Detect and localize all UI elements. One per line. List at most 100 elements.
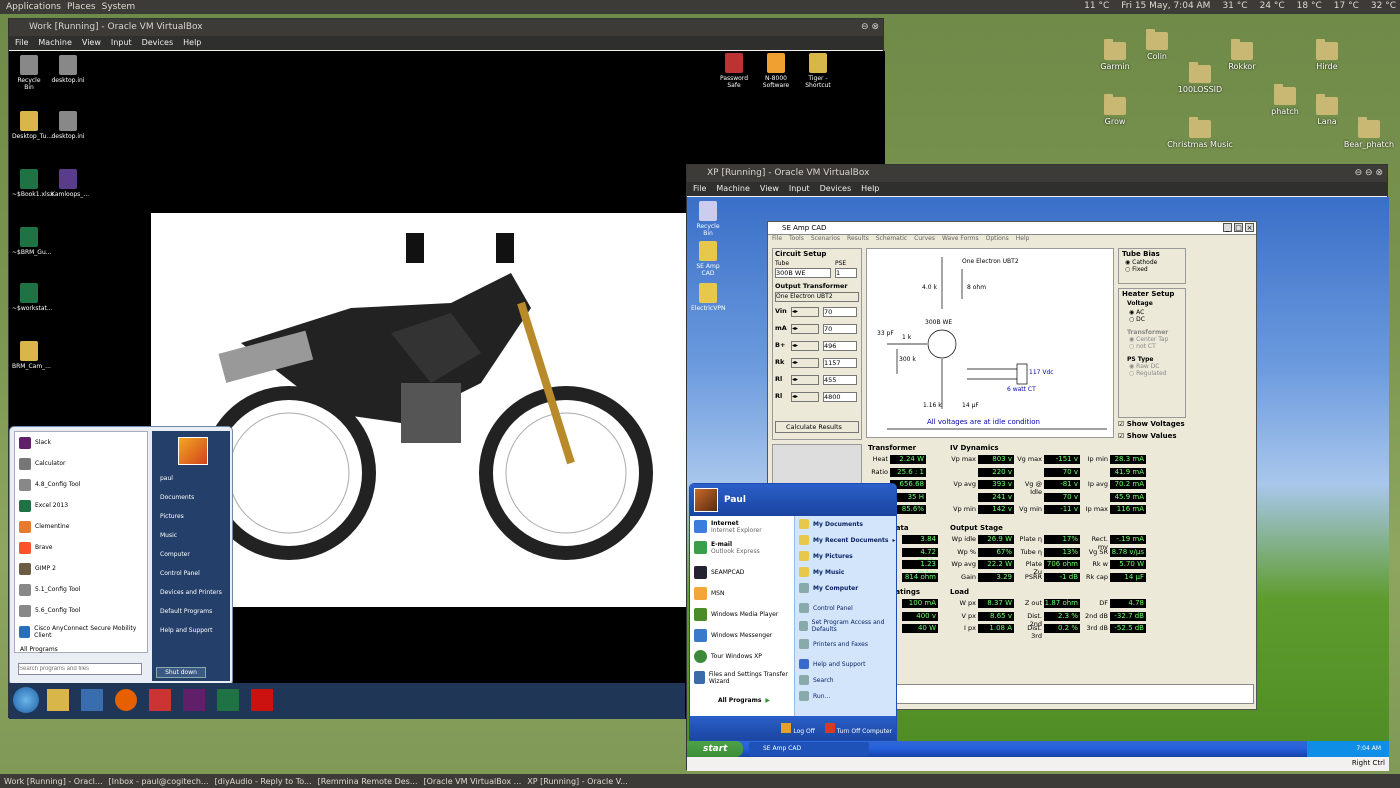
work-titlebar[interactable]: Work [Running] - Oracle VM VirtualBox ⊖ ⊗: [9, 19, 883, 36]
guest-icon[interactable]: SE Amp CAD: [691, 241, 725, 277]
shutdown-button[interactable]: Shut down: [156, 667, 206, 678]
network-icon[interactable]: [81, 689, 103, 711]
menu-help[interactable]: Help: [183, 36, 201, 50]
menu-item[interactable]: Curves: [914, 235, 935, 245]
guest-icon[interactable]: N-8000 Software: [759, 53, 793, 89]
taskbar-button[interactable]: [Inbox - paul@cogitech...: [109, 777, 209, 786]
start-item[interactable]: Internet Internet Explorer: [690, 516, 794, 537]
start-link[interactable]: Documents: [160, 488, 222, 507]
start-link[interactable]: Default Programs: [160, 602, 222, 621]
start-item[interactable]: MSN: [690, 583, 794, 604]
taskbar-button[interactable]: [Oracle VM VirtualBox ...: [423, 777, 521, 786]
taskbar-item-seampcad[interactable]: SE Amp CAD: [749, 742, 869, 756]
start-search-input[interactable]: [18, 663, 142, 675]
desktop-folder[interactable]: Hirde: [1292, 39, 1362, 71]
taskbar-button[interactable]: XP [Running] - Oracle V...: [527, 777, 628, 786]
window-controls[interactable]: ⊖ ⊖ ⊗: [1355, 165, 1383, 182]
start-item[interactable]: Windows Messenger: [690, 625, 794, 646]
menu-file[interactable]: File: [15, 36, 28, 50]
menu-item[interactable]: Options: [986, 235, 1009, 245]
menu-machine[interactable]: Machine: [38, 36, 72, 50]
raw-dc-radio[interactable]: ◉ Raw DC: [1129, 363, 1185, 370]
menu-item[interactable]: Help: [1016, 235, 1030, 245]
guest-icon[interactable]: Tiger - Shortcut: [801, 53, 835, 89]
menu-item[interactable]: File: [772, 235, 782, 245]
menu-help[interactable]: Help: [861, 182, 879, 196]
firefox-icon[interactable]: [115, 689, 137, 711]
start-link[interactable]: My Music: [795, 564, 896, 580]
start-item[interactable]: SEAMPCAD: [690, 562, 794, 583]
tube-select[interactable]: 300B WE: [775, 268, 831, 278]
start-link[interactable]: paul: [160, 469, 222, 488]
slack-icon[interactable]: [183, 689, 205, 711]
seampcad-titlebar[interactable]: SE Amp CAD _ □ ×: [768, 222, 1256, 235]
start-item[interactable]: Tour Windows XP: [690, 646, 794, 667]
taskbar-button[interactable]: Work [Running] - Oracl...: [4, 777, 103, 786]
acrobat-icon[interactable]: [251, 689, 273, 711]
guest-icon[interactable]: ~$Book1.xlsx: [12, 169, 53, 198]
start-item[interactable]: GIMP 2: [15, 558, 147, 579]
guest-icon[interactable]: Password Safe: [717, 53, 751, 89]
guest-icon[interactable]: Desktop_Tu...: [12, 111, 52, 140]
calculate-results-button[interactable]: Calculate Results: [775, 421, 859, 433]
menu-input[interactable]: Input: [789, 182, 810, 196]
start-item[interactable]: Files and Settings Transfer Wizard: [690, 667, 794, 688]
param-value[interactable]: 1157: [823, 358, 857, 368]
maximize-button[interactable]: □: [1234, 223, 1243, 232]
cathode-radio[interactable]: ◉ Cathode: [1125, 259, 1185, 266]
guest-icon[interactable]: Kamloops_...: [51, 169, 89, 198]
guest-icon[interactable]: Recycle Bin: [12, 55, 46, 91]
start-item[interactable]: Windows Media Player: [690, 604, 794, 625]
guest-icon[interactable]: ~$workstat...: [12, 283, 53, 312]
desktop-folder[interactable]: Christmas Music: [1165, 117, 1235, 149]
dc-radio[interactable]: ○ DC: [1129, 316, 1185, 323]
param-value[interactable]: 70: [823, 307, 857, 317]
guest-icon[interactable]: Recycle Bin: [691, 201, 725, 237]
start-link[interactable]: Computer: [160, 545, 222, 564]
start-item[interactable]: Clementine: [15, 516, 147, 537]
menu-view[interactable]: View: [82, 36, 101, 50]
param-spinner[interactable]: ◂▸: [791, 307, 819, 317]
explorer-icon[interactable]: [47, 689, 69, 711]
guest-icon[interactable]: BRM_Cam_...: [12, 341, 51, 370]
param-value[interactable]: 70: [823, 324, 857, 334]
menu-item[interactable]: Tools: [789, 235, 804, 245]
start-link[interactable]: Help and Support: [160, 621, 222, 640]
param-value[interactable]: 496: [823, 341, 857, 351]
xp-guest-screen[interactable]: Recycle Bin SE Amp CAD ElectricVPN SE Am…: [687, 197, 1389, 771]
start-link[interactable]: Devices and Printers: [160, 583, 222, 602]
start-link[interactable]: Pictures: [160, 507, 222, 526]
menu-item[interactable]: Results: [847, 235, 869, 245]
center-tap-radio[interactable]: ◉ Center Tap: [1129, 336, 1185, 343]
desktop-folder[interactable]: Colin: [1122, 29, 1192, 61]
menu-file[interactable]: File: [693, 182, 706, 196]
menu-item[interactable]: Schematic: [876, 235, 907, 245]
start-link[interactable]: Search: [795, 672, 896, 688]
start-link[interactable]: Run...: [795, 688, 896, 704]
all-programs-button[interactable]: All Programs ▶: [690, 690, 794, 711]
start-link[interactable]: Printers and Faxes: [795, 636, 896, 652]
log-off-button[interactable]: Log Off: [781, 723, 815, 735]
start-link[interactable]: Control Panel: [795, 600, 896, 616]
show-values-checkbox[interactable]: ☑ Show Values: [1118, 432, 1177, 440]
guest-icon[interactable]: desktop.ini: [51, 55, 85, 84]
taskbar-button[interactable]: [diyAudio - Reply to To...: [215, 777, 312, 786]
start-item[interactable]: 5.6_Config Tool: [15, 600, 147, 621]
param-spinner[interactable]: ◂▸: [791, 392, 819, 402]
all-programs[interactable]: All Programs: [16, 639, 58, 660]
menu-machine[interactable]: Machine: [716, 182, 750, 196]
menu-devices[interactable]: Devices: [820, 182, 852, 196]
menu-item[interactable]: Wave Forms: [942, 235, 979, 245]
menu-input[interactable]: Input: [111, 36, 132, 50]
start-link[interactable]: Music: [160, 526, 222, 545]
guest-icon[interactable]: ElectricVPN: [691, 283, 725, 312]
param-spinner[interactable]: ◂▸: [791, 324, 819, 334]
minimize-button[interactable]: _: [1223, 223, 1232, 232]
not-ct-radio[interactable]: ○ not CT: [1129, 343, 1185, 350]
param-spinner[interactable]: ◂▸: [791, 358, 819, 368]
show-voltages-checkbox[interactable]: ☑ Show Voltages: [1118, 420, 1185, 428]
menu-item[interactable]: Scenarios: [811, 235, 840, 245]
start-link[interactable]: Set Program Access and Defaults: [795, 616, 896, 636]
start-link[interactable]: Control Panel: [160, 564, 222, 583]
clock[interactable]: Fri 15 May, 7:04 AM: [1121, 1, 1210, 11]
